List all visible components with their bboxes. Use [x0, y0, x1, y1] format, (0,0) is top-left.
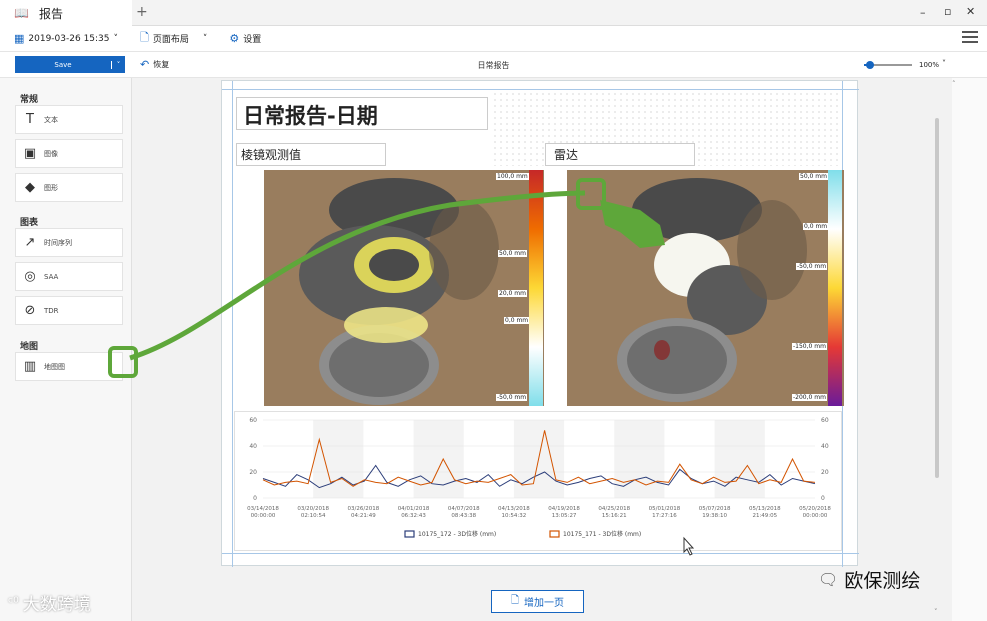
wechat-icon: 🗨: [818, 570, 839, 589]
watermark-right-text: 欧保测绘: [844, 570, 921, 592]
drag-gesture-overlay: [108, 178, 695, 556]
watermark-left: ᶜ⁰ 大数跨境: [8, 590, 91, 616]
logo-icon: ᶜ⁰: [8, 594, 19, 611]
drag-path: [129, 190, 586, 361]
hand-icon: [600, 200, 665, 248]
mouse-cursor-icon: [683, 536, 695, 556]
watermark-right: 🗨 欧保测绘: [818, 566, 920, 593]
watermark-left-text: 大数跨境: [22, 595, 91, 615]
drag-start-marker: [108, 346, 138, 378]
